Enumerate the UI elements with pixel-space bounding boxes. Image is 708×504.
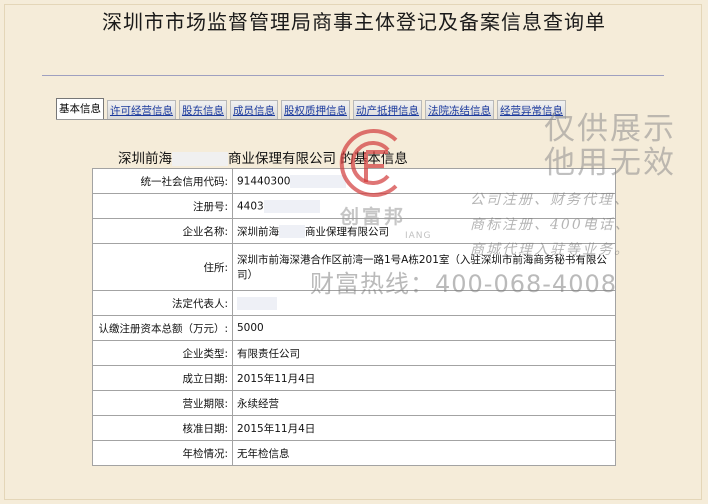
table-row: 年检情况: 无年检信息 (92, 440, 616, 466)
display-only-watermark: 仅供展示 他用无效 (544, 112, 676, 180)
tab-member-info[interactable]: 成员信息 (230, 100, 278, 119)
table-row: 核准日期: 2015年11月4日 (92, 415, 616, 441)
brand-subtext: IANG (405, 231, 432, 241)
tab-bar: 基本信息 许可经营信息 股东信息 成员信息 股权质押信息 动产抵押信息 法院冻结… (56, 98, 569, 119)
tab-license-info[interactable]: 许可经营信息 (107, 100, 176, 119)
redacted-mask (279, 225, 305, 238)
tab-equity-pledge-info[interactable]: 股权质押信息 (281, 100, 350, 119)
services-line-3: 商城代理入驻等业务。 (470, 242, 630, 258)
field-label: 统一社会信用代码: (92, 168, 233, 194)
field-label: 年检情况: (92, 440, 233, 466)
services-line-2: 商标注册、400电话、 (470, 217, 631, 233)
registration-number-value: 4403 (237, 200, 264, 212)
watermark-line-2: 他用无效 (544, 145, 676, 181)
company-type-value: 有限责任公司 (232, 340, 616, 366)
table-row: 营业期限: 永续经营 (92, 390, 616, 416)
credit-code-value: 91440300 (237, 175, 291, 187)
field-label: 核准日期: (92, 415, 233, 441)
redacted-mask (172, 152, 228, 166)
field-label: 营业期限: (92, 390, 233, 416)
field-label: 企业名称: (92, 218, 233, 244)
page-title: 深圳市市场监督管理局商事主体登记及备案信息查询单 (102, 10, 606, 34)
brand-name: 创富邦 (340, 206, 407, 228)
registered-capital-value: 5000 (232, 315, 616, 341)
redacted-mask (237, 296, 277, 310)
tab-chattel-mortgage-info[interactable]: 动产抵押信息 (353, 100, 422, 119)
company-name-prefix: 深圳前海 (237, 225, 279, 238)
approval-date-value: 2015年11月4日 (232, 415, 616, 441)
field-label: 企业类型: (92, 340, 233, 366)
field-label: 注册号: (92, 193, 233, 219)
redacted-mask (263, 199, 320, 213)
table-row: 企业类型: 有限责任公司 (92, 340, 616, 366)
tab-basic-info[interactable]: 基本信息 (56, 98, 104, 119)
table-row: 成立日期: 2015年11月4日 (92, 365, 616, 391)
field-label: 认缴注册资本总额（万元）: (92, 315, 233, 341)
company-heading-name: 商业保理有限公司 (228, 151, 336, 167)
hotline-watermark: 财富热线：400-068-4008 (310, 270, 618, 298)
services-watermark: 公司注册、财务代理、 商标注册、400电话、 商城代理入驻等业务。 (470, 188, 631, 263)
watermark-line-1: 仅供展示 (544, 111, 676, 147)
field-label: 住所: (92, 243, 233, 291)
company-heading-prefix: 深圳前海 (118, 151, 172, 167)
annual-inspection-value: 无年检信息 (232, 440, 616, 466)
establishment-date-value: 2015年11月4日 (232, 365, 616, 391)
field-label: 成立日期: (92, 365, 233, 391)
business-term-value: 永续经营 (232, 390, 616, 416)
services-line-1: 公司注册、财务代理、 (470, 192, 630, 208)
field-label: 法定代表人: (92, 290, 233, 316)
brand-logo-icon (339, 129, 398, 197)
tab-underline (56, 119, 556, 120)
tab-shareholder-info[interactable]: 股东信息 (179, 100, 227, 119)
tab-court-freeze-info[interactable]: 法院冻结信息 (425, 100, 494, 119)
table-row: 认缴注册资本总额（万元）: 5000 (92, 315, 616, 341)
title-divider (42, 75, 664, 76)
